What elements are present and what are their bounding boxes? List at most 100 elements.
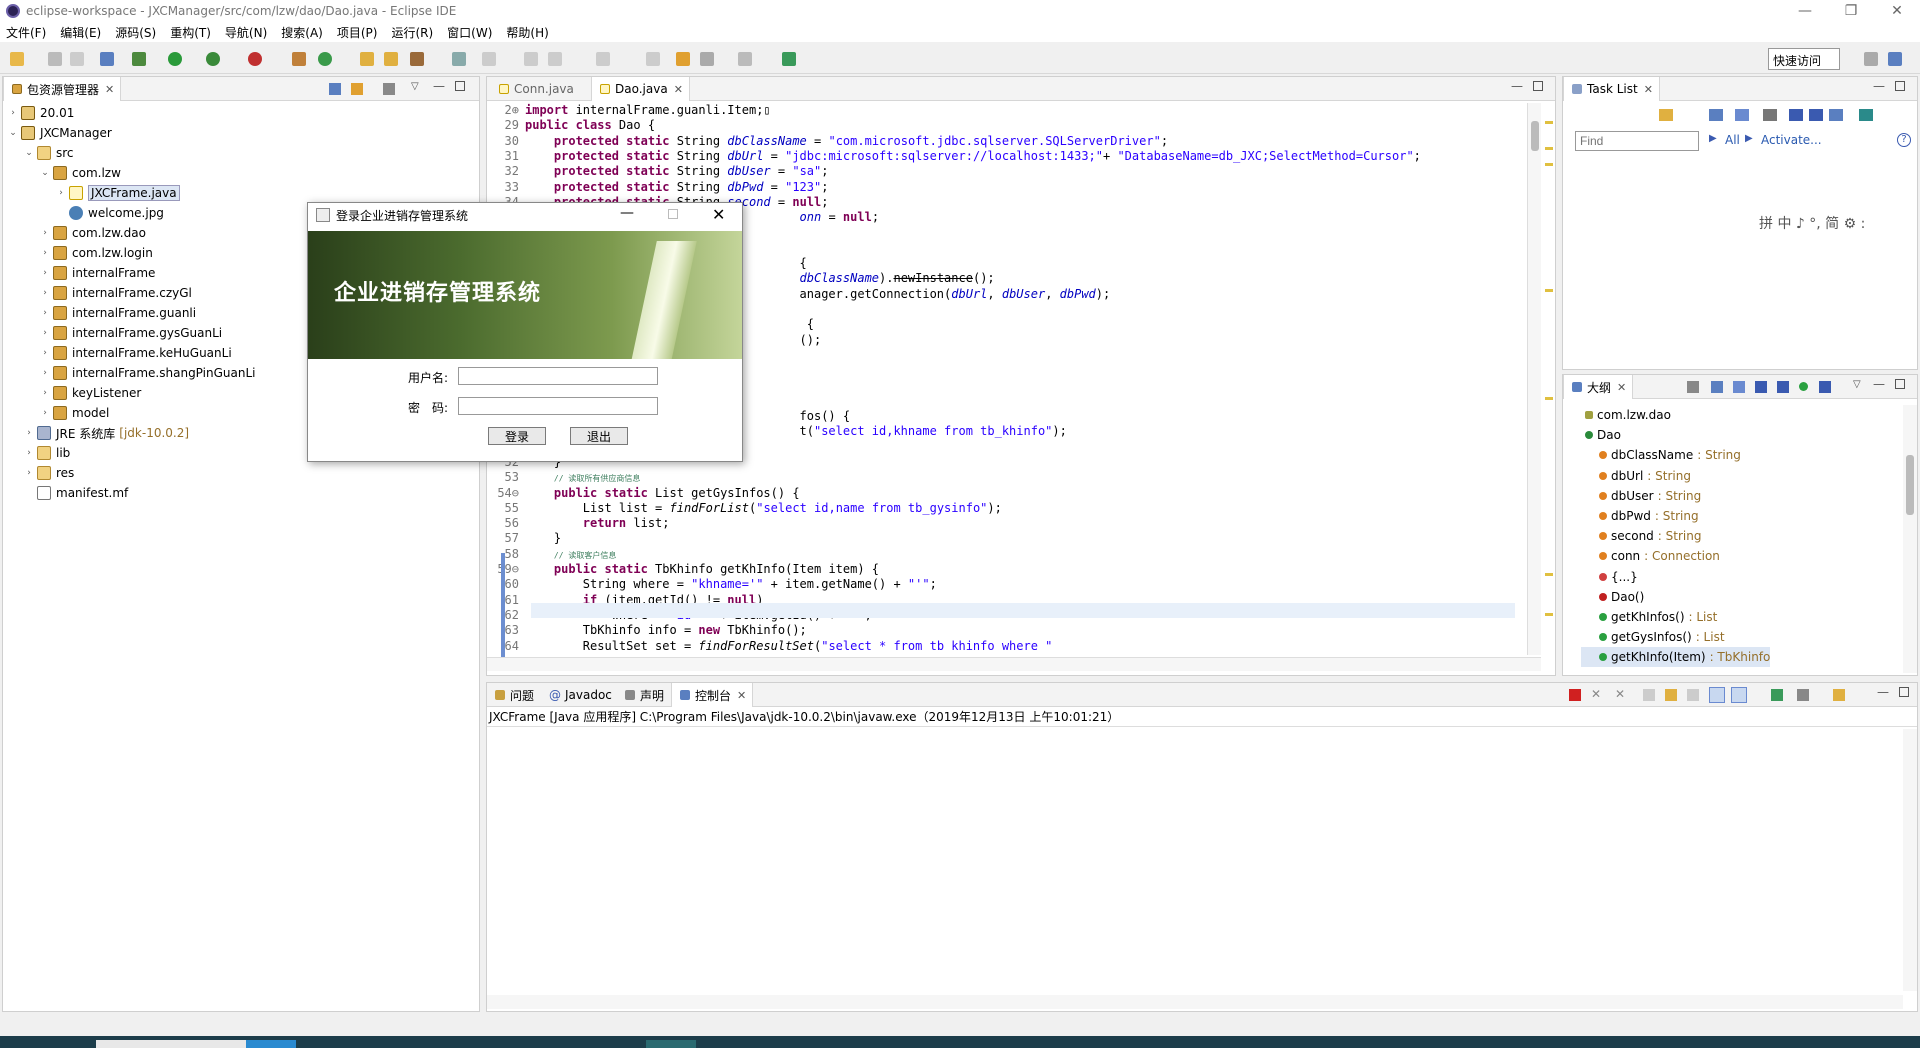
tab-outline[interactable]: 大纲 ✕ — [1563, 375, 1634, 399]
hide-static-icon[interactable] — [1733, 381, 1745, 393]
outline-item[interactable]: Dao — [1567, 425, 1625, 445]
tab-declaration[interactable]: 声明 — [617, 683, 670, 707]
collapse-all-icon[interactable] — [329, 83, 341, 95]
tree-item[interactable]: › internalFrame.guanli — [39, 303, 196, 323]
new-task-icon[interactable] — [1659, 109, 1673, 121]
show-all-icon[interactable] — [1809, 109, 1823, 121]
open-perspective-icon[interactable] — [1864, 52, 1878, 66]
save-all-icon[interactable] — [70, 52, 84, 66]
menu-item[interactable]: 运行(R) — [391, 24, 433, 41]
expand-toggle-icon[interactable]: ⌄ — [7, 128, 19, 138]
expand-toggle-icon[interactable]: › — [39, 268, 51, 278]
outline-item[interactable]: dbUrl: String — [1581, 466, 1691, 486]
sort-icon[interactable] — [1687, 381, 1699, 393]
remove-launch-icon[interactable]: ✕ — [1591, 687, 1601, 701]
activate-link[interactable]: Activate... — [1761, 133, 1822, 147]
dialog-close-button[interactable]: ✕ — [712, 205, 725, 224]
outline-item[interactable]: getGysInfos(): List — [1581, 627, 1725, 647]
tree-item[interactable]: › internalFrame.shangPinGuanLi — [39, 363, 255, 383]
expand-toggle-icon[interactable]: ⌄ — [23, 148, 35, 158]
quick-access-input[interactable]: 快速访问 — [1768, 48, 1840, 70]
outline-item[interactable]: dbUser: String — [1581, 486, 1701, 506]
tree-item[interactable]: › lib — [23, 443, 70, 463]
minimize-view-icon[interactable]: — — [1873, 377, 1885, 391]
dialog-minimize-button[interactable]: — — [620, 205, 634, 221]
menu-item[interactable]: 源码(S) — [115, 24, 156, 41]
clear-console-icon[interactable] — [1643, 689, 1655, 701]
exit-button[interactable]: 退出 — [570, 427, 628, 445]
menu-item[interactable]: 帮助(H) — [506, 24, 548, 41]
expand-toggle-icon[interactable]: › — [39, 368, 51, 378]
public-filter-icon[interactable] — [1799, 382, 1808, 391]
code-line[interactable]: 57 } — [487, 531, 562, 546]
code-line[interactable]: 54⊖ public static List getGysInfos() { — [487, 486, 799, 501]
tree-item[interactable]: › JXCFrame.java — [55, 183, 180, 203]
maximize-view-icon[interactable] — [1895, 379, 1905, 389]
maximize-view-icon[interactable] — [1899, 687, 1909, 697]
tab-task-list[interactable]: Task List ✕ — [1563, 77, 1660, 101]
console-hscroll[interactable] — [487, 995, 1903, 1009]
outline-item[interactable]: getKhInfos(): List — [1581, 607, 1717, 627]
tab-console[interactable]: 控制台 ✕ — [671, 683, 754, 707]
focus-icon[interactable] — [1763, 109, 1777, 121]
outline-scrollbar[interactable] — [1903, 405, 1917, 673]
outline-item[interactable]: com.lzw.dao — [1567, 405, 1675, 425]
expand-toggle-icon[interactable]: › — [23, 468, 35, 478]
skip-breakpoints-icon[interactable] — [100, 52, 114, 66]
username-input[interactable] — [458, 367, 658, 385]
menu-item[interactable]: 项目(P) — [337, 24, 378, 41]
help-icon[interactable]: ? — [1897, 133, 1911, 147]
expand-toggle-icon[interactable]: › — [23, 428, 35, 438]
tab-conn-java[interactable]: Conn.java — [491, 77, 580, 101]
expand-toggle-icon[interactable]: › — [39, 288, 51, 298]
tab-dao-java[interactable]: Dao.java ✕ — [591, 77, 690, 101]
tree-item[interactable]: manifest.mf — [23, 483, 128, 503]
show-stderr-icon[interactable] — [1731, 687, 1747, 703]
menu-item[interactable]: 窗口(W) — [447, 24, 492, 41]
tree-item[interactable]: ⌄ JXCManager — [7, 123, 112, 143]
outline-item[interactable]: dbPwd: String — [1581, 506, 1699, 526]
open-folder-icon[interactable] — [384, 52, 398, 66]
expand-toggle-icon[interactable]: › — [23, 448, 35, 458]
vertical-scrollbar[interactable] — [1527, 103, 1541, 655]
expand-toggle-icon[interactable]: › — [39, 248, 51, 258]
terminate-icon[interactable] — [1569, 689, 1581, 701]
expand-toggle-icon[interactable]: › — [39, 228, 51, 238]
code-line[interactable]: 53 // 读取所有供应商信息 — [487, 470, 641, 485]
ime-toolbar[interactable]: 拼 中 ♪ °, 简 ⚙ : — [1759, 213, 1865, 233]
minimize-button[interactable]: — — [1782, 0, 1828, 22]
tree-item[interactable]: › com.lzw.dao — [39, 223, 146, 243]
pin-console-icon[interactable] — [1771, 689, 1783, 701]
password-input[interactable] — [458, 397, 658, 415]
tree-item[interactable]: › internalFrame.keHuGuanLi — [39, 343, 232, 363]
minimize-view-icon[interactable]: — — [1511, 79, 1523, 93]
tree-item[interactable]: › JRE 系统库 [jdk-10.0.2] — [23, 423, 189, 443]
new-java-package-icon[interactable] — [292, 52, 306, 66]
view-menu-icon[interactable]: ▽ — [1853, 379, 1861, 390]
maximize-view-icon[interactable] — [1895, 81, 1905, 91]
outline-item[interactable]: getKhInfo(Item): TbKhinfo — [1581, 647, 1771, 668]
tree-item[interactable]: ⌄ src — [23, 143, 74, 163]
minimize-view-icon[interactable]: — — [1873, 79, 1885, 93]
tree-item[interactable]: › internalFrame.czyGl — [39, 283, 192, 303]
next-edit-icon[interactable] — [596, 52, 610, 66]
outline-item[interactable]: second: String — [1581, 526, 1701, 546]
scroll-thumb[interactable] — [1906, 455, 1914, 515]
tab-problems[interactable]: 问题 — [487, 683, 540, 707]
code-line[interactable]: 58 // 读取客户信息 — [487, 547, 617, 562]
code-line[interactable]: 29 public class Dao { — [487, 118, 656, 133]
taskbar-item[interactable] — [96, 1040, 246, 1048]
maximize-view-icon[interactable] — [1533, 81, 1543, 91]
horizontal-scrollbar[interactable] — [487, 657, 1541, 671]
taskbar-item[interactable] — [646, 1040, 696, 1048]
forward-icon[interactable] — [738, 52, 752, 66]
maximize-button[interactable]: ❐ — [1828, 0, 1874, 22]
close-icon[interactable]: ✕ — [674, 83, 683, 96]
expand-toggle-icon[interactable]: › — [39, 388, 51, 398]
expand-toggle-icon[interactable]: › — [39, 328, 51, 338]
menu-item[interactable]: 编辑(E) — [60, 24, 101, 41]
link-with-editor-icon[interactable] — [351, 83, 363, 95]
save-icon[interactable] — [48, 52, 62, 66]
code-line[interactable]: 33 protected static String dbPwd = "123"… — [487, 180, 829, 195]
close-button[interactable]: ✕ — [1874, 0, 1920, 22]
